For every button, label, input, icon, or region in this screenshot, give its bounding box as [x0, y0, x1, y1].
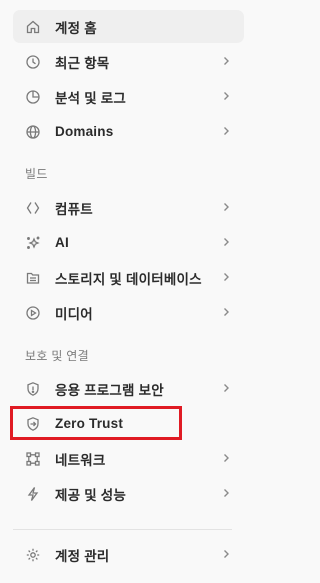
shield-icon: [25, 381, 41, 397]
nav-item-label: 컴퓨트: [55, 201, 93, 217]
media-play-icon: [25, 305, 41, 321]
section-header-protect: 보호 및 연결: [25, 349, 89, 363]
nav-item-label: 제공 및 성능: [55, 487, 127, 503]
nav-item-app-security[interactable]: 응용 프로그램 보안: [13, 372, 244, 405]
compute-icon: [25, 200, 41, 216]
nav-item-account-management[interactable]: 계정 관리: [13, 538, 244, 571]
lightning-icon: [25, 486, 41, 502]
nav-item-analytics[interactable]: 분석 및 로그: [13, 80, 244, 113]
chevron-right-icon: [220, 452, 232, 464]
chevron-right-icon: [220, 55, 232, 67]
network-icon: [25, 451, 41, 467]
nav-item-account-home[interactable]: 계정 홈: [13, 10, 244, 43]
nav-item-label: AI: [55, 235, 69, 250]
nav-item-label: 분석 및 로그: [55, 90, 127, 106]
chevron-right-icon: [220, 487, 232, 499]
chevron-right-icon: [220, 306, 232, 318]
nav-item-ai[interactable]: AI: [13, 226, 244, 259]
nav-item-media[interactable]: 미디어: [13, 296, 244, 329]
chevron-right-icon: [220, 236, 232, 248]
nav-item-label: 최근 항목: [55, 55, 110, 71]
nav-item-domains[interactable]: Domains: [13, 115, 244, 148]
nav-item-label: 계정 홈: [55, 20, 97, 36]
nav-item-label: 스토리지 및 데이터베이스: [55, 271, 202, 287]
nav-item-label: Domains: [55, 124, 114, 139]
nav-item-network[interactable]: 네트워크: [13, 442, 244, 475]
pie-chart-icon: [25, 89, 41, 105]
zero-trust-highlight-box: [10, 406, 182, 440]
chevron-right-icon: [220, 382, 232, 394]
divider: [13, 529, 232, 530]
nav-item-label: 계정 관리: [55, 548, 110, 564]
storage-icon: [25, 270, 41, 286]
nav-item-recent[interactable]: 최근 항목: [13, 45, 244, 78]
nav-item-label: 미디어: [55, 306, 93, 322]
chevron-right-icon: [220, 125, 232, 137]
nav-item-label: 네트워크: [55, 452, 106, 468]
gear-icon: [25, 547, 41, 563]
chevron-right-icon: [220, 548, 232, 560]
chevron-right-icon: [220, 271, 232, 283]
nav-item-delivery-performance[interactable]: 제공 및 성능: [13, 477, 244, 510]
home-icon: [25, 19, 41, 35]
globe-icon: [25, 124, 41, 140]
sparkles-icon: [25, 235, 41, 251]
chevron-right-icon: [220, 90, 232, 102]
chevron-right-icon: [220, 201, 232, 213]
clock-icon: [25, 54, 41, 70]
section-header-build: 빌드: [25, 167, 48, 181]
nav-item-compute[interactable]: 컴퓨트: [13, 191, 244, 224]
nav-item-label: 응용 프로그램 보안: [55, 382, 164, 398]
nav-item-storage[interactable]: 스토리지 및 데이터베이스: [13, 261, 244, 294]
